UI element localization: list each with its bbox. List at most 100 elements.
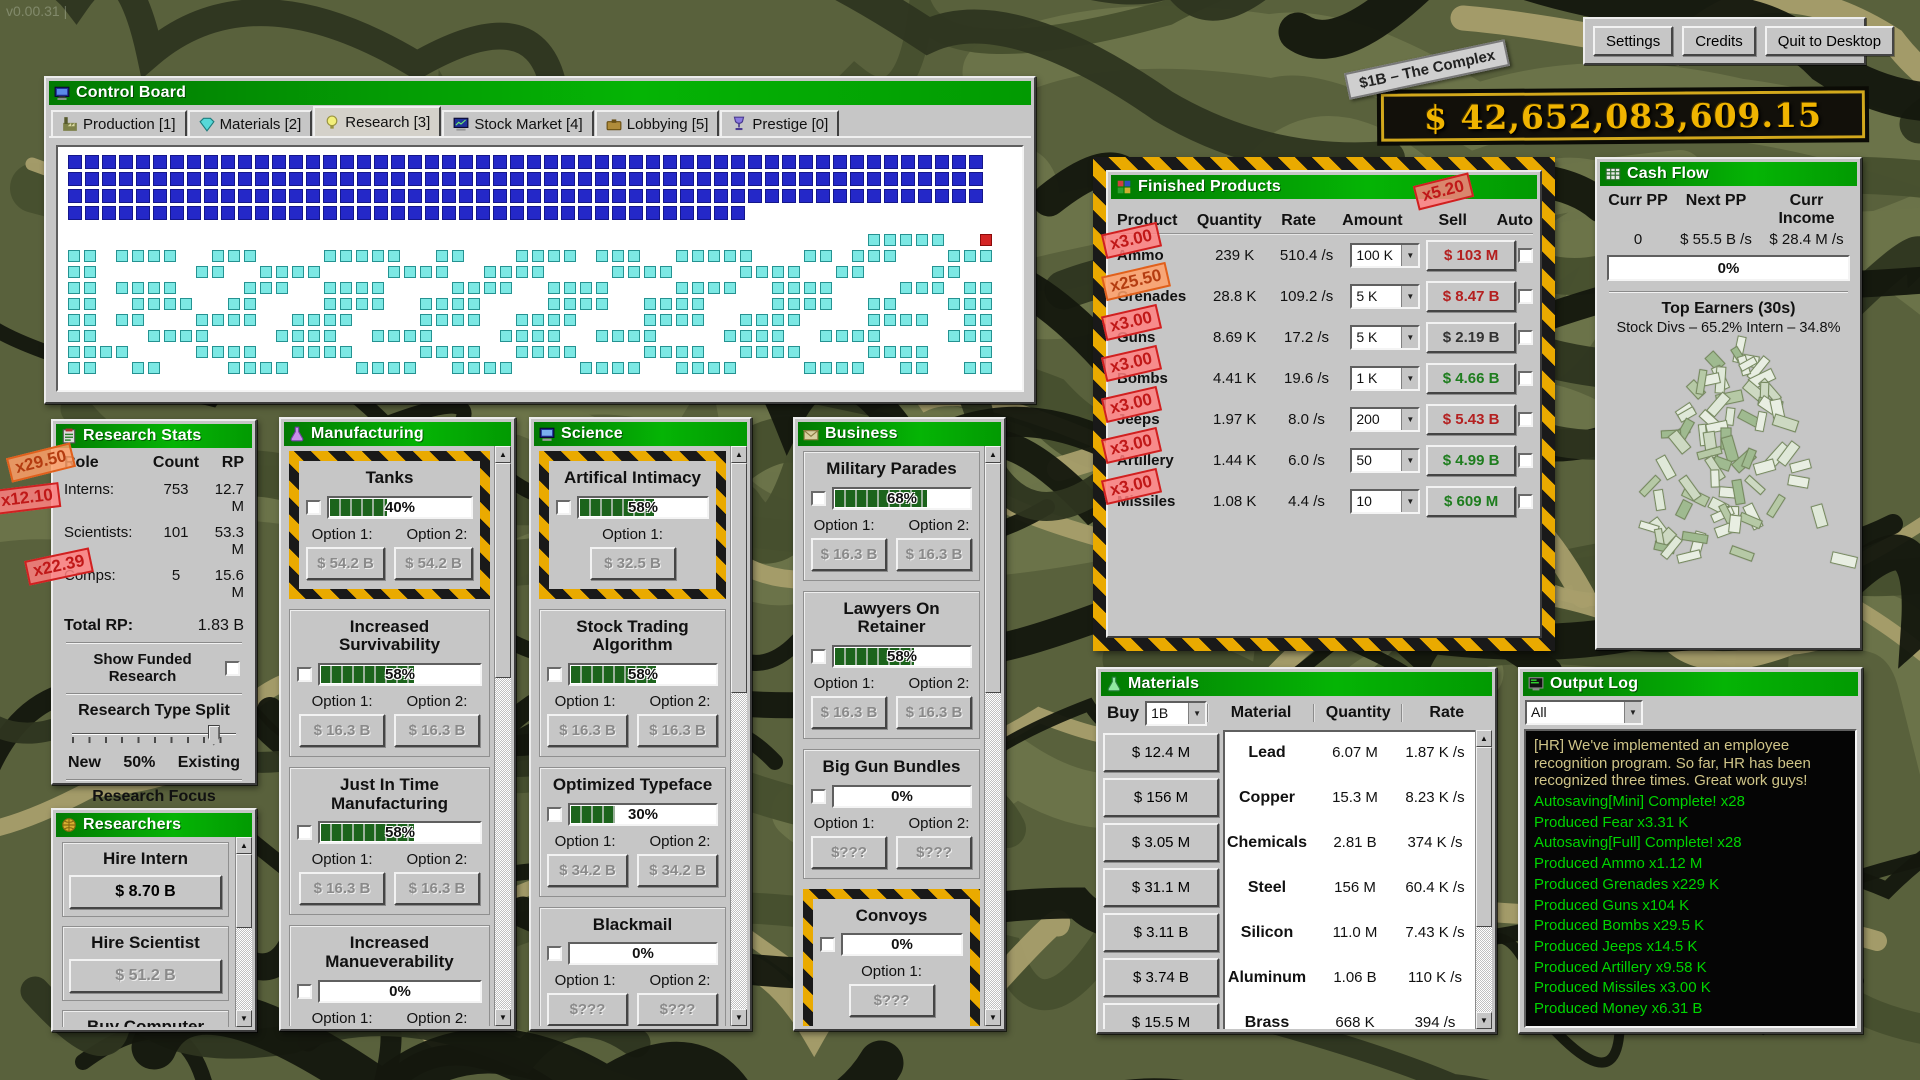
sell-amount-dropdown[interactable]: 5 K▼ bbox=[1350, 284, 1420, 309]
tab-lobbying-5[interactable]: Lobbying [5] bbox=[595, 110, 720, 136]
option-price-button[interactable]: $??? bbox=[896, 836, 972, 869]
research-checkbox[interactable] bbox=[297, 984, 312, 999]
sell-button[interactable]: $ 4.99 B bbox=[1426, 445, 1516, 476]
tab-materials-2[interactable]: Materials [2] bbox=[188, 110, 313, 136]
buy-brass-button[interactable]: $ 15.5 M bbox=[1103, 1003, 1219, 1029]
option-price-button[interactable]: $ 16.3 B bbox=[299, 714, 385, 747]
research-checkbox[interactable] bbox=[547, 946, 562, 961]
scroll-thumb[interactable] bbox=[985, 463, 1001, 693]
auto-sell-checkbox[interactable] bbox=[1518, 248, 1533, 263]
option-price-button[interactable]: $ 16.3 B bbox=[394, 872, 480, 905]
dropdown-arrow-icon[interactable]: ▼ bbox=[1624, 702, 1641, 723]
auto-sell-checkbox[interactable] bbox=[1518, 330, 1533, 345]
buy-aluminum-button[interactable]: $ 3.74 B bbox=[1103, 958, 1219, 997]
buy-copper-button[interactable]: $ 156 M bbox=[1103, 778, 1219, 817]
research-checkbox[interactable] bbox=[297, 825, 312, 840]
buy-silicon-button[interactable]: $ 3.11 B bbox=[1103, 913, 1219, 952]
option-price-button[interactable]: $ 16.3 B bbox=[896, 538, 972, 571]
scroll-thumb[interactable] bbox=[495, 463, 511, 678]
settings-button[interactable]: Settings bbox=[1593, 26, 1673, 56]
hire-intern-button[interactable]: $ 8.70 B bbox=[69, 875, 222, 909]
dropdown-arrow-icon[interactable]: ▼ bbox=[1401, 286, 1418, 307]
dropdown-arrow-icon[interactable]: ▼ bbox=[1188, 703, 1205, 724]
tab-prestige-0[interactable]: Prestige [0] bbox=[720, 110, 839, 136]
research-checkbox[interactable] bbox=[811, 649, 826, 664]
dropdown-arrow-icon[interactable]: ▼ bbox=[1401, 450, 1418, 471]
dropdown-arrow-icon[interactable]: ▼ bbox=[1401, 491, 1418, 512]
titlebar-manufacturing[interactable]: Manufacturing bbox=[284, 422, 511, 446]
titlebar-business[interactable]: Business bbox=[798, 422, 1001, 446]
materials-scrollbar[interactable]: ▲ ▼ bbox=[1475, 730, 1492, 1029]
scroll-thumb[interactable] bbox=[731, 463, 747, 693]
sell-button[interactable]: $ 4.66 B bbox=[1426, 363, 1516, 394]
auto-sell-checkbox[interactable] bbox=[1518, 371, 1533, 386]
sell-button[interactable]: $ 609 M bbox=[1426, 486, 1516, 517]
option-price-button[interactable]: $??? bbox=[849, 984, 935, 1017]
scroll-up-button[interactable]: ▲ bbox=[1476, 730, 1492, 747]
auto-sell-checkbox[interactable] bbox=[1518, 453, 1533, 468]
option-price-button[interactable]: $ 16.3 B bbox=[394, 714, 480, 747]
titlebar-researchers[interactable]: Researchers bbox=[56, 813, 252, 837]
sell-amount-dropdown[interactable]: 200▼ bbox=[1350, 407, 1420, 432]
sell-button[interactable]: $ 2.19 B bbox=[1426, 322, 1516, 353]
auto-sell-checkbox[interactable] bbox=[1518, 412, 1533, 427]
sell-button[interactable]: $ 103 M bbox=[1426, 240, 1516, 271]
scroll-up-button[interactable]: ▲ bbox=[985, 446, 1001, 463]
option-price-button[interactable]: $ 16.3 B bbox=[547, 714, 628, 747]
option-price-button[interactable]: $ 16.3 B bbox=[299, 872, 385, 905]
option-price-button[interactable]: $??? bbox=[547, 993, 628, 1026]
log-filter-dropdown[interactable]: All ▼ bbox=[1525, 700, 1643, 725]
tab-research-3[interactable]: Research [3] bbox=[313, 106, 441, 136]
credits-button[interactable]: Credits bbox=[1682, 26, 1756, 56]
show-funded-checkbox[interactable] bbox=[225, 661, 240, 676]
sell-button[interactable]: $ 8.47 B bbox=[1426, 281, 1516, 312]
tab-production-1[interactable]: Production [1] bbox=[51, 110, 187, 136]
research-checkbox[interactable] bbox=[547, 667, 562, 682]
option-price-button[interactable]: $ 32.5 B bbox=[590, 547, 676, 580]
research-checkbox[interactable] bbox=[297, 667, 312, 682]
auto-sell-checkbox[interactable] bbox=[1518, 494, 1533, 509]
tab-stock-market-4[interactable]: Stock Market [4] bbox=[442, 110, 593, 136]
scroll-thumb[interactable] bbox=[1476, 747, 1492, 927]
titlebar-cash-flow[interactable]: Cash Flow bbox=[1600, 162, 1857, 186]
researchers-scrollbar[interactable]: ▲ ▼ bbox=[235, 837, 252, 1027]
titlebar-control-board[interactable]: Control Board bbox=[49, 81, 1031, 105]
titlebar-output-log[interactable]: Output Log bbox=[1523, 672, 1858, 696]
option-price-button[interactable]: $ 54.2 B bbox=[394, 547, 473, 580]
research-checkbox[interactable] bbox=[820, 937, 835, 952]
buy-amount-dropdown[interactable]: 1B ▼ bbox=[1145, 701, 1207, 726]
scroll-up-button[interactable]: ▲ bbox=[495, 446, 511, 463]
hire-scientist-button[interactable]: $ 51.2 B bbox=[69, 959, 222, 993]
science-scrollbar[interactable]: ▲ ▼ bbox=[730, 446, 747, 1026]
scroll-up-button[interactable]: ▲ bbox=[236, 837, 252, 854]
research-checkbox[interactable] bbox=[556, 500, 571, 515]
research-checkbox[interactable] bbox=[547, 807, 562, 822]
option-price-button[interactable]: $ 16.3 B bbox=[811, 696, 887, 729]
option-price-button[interactable]: $ 34.2 B bbox=[547, 854, 628, 887]
buy-lead-button[interactable]: $ 12.4 M bbox=[1103, 733, 1219, 772]
buy-steel-button[interactable]: $ 31.1 M bbox=[1103, 868, 1219, 907]
buy-chemicals-button[interactable]: $ 3.05 M bbox=[1103, 823, 1219, 862]
research-checkbox[interactable] bbox=[306, 500, 321, 515]
research-checkbox[interactable] bbox=[811, 789, 826, 804]
scroll-down-button[interactable]: ▼ bbox=[731, 1009, 747, 1026]
dropdown-arrow-icon[interactable]: ▼ bbox=[1401, 327, 1418, 348]
sell-button[interactable]: $ 5.43 B bbox=[1426, 404, 1516, 435]
option-price-button[interactable]: $??? bbox=[811, 836, 887, 869]
manufacturing-scrollbar[interactable]: ▲ ▼ bbox=[494, 446, 511, 1026]
scroll-down-button[interactable]: ▼ bbox=[1476, 1012, 1492, 1029]
scroll-down-button[interactable]: ▼ bbox=[985, 1009, 1001, 1026]
option-price-button[interactable]: $ 16.3 B bbox=[811, 538, 887, 571]
research-checkbox[interactable] bbox=[811, 491, 826, 506]
log-console[interactable]: [HR] We've implemented an employee recog… bbox=[1524, 729, 1857, 1028]
titlebar-materials[interactable]: Materials bbox=[1101, 672, 1492, 696]
type-split-slider[interactable] bbox=[70, 722, 238, 752]
sell-amount-dropdown[interactable]: 10▼ bbox=[1350, 489, 1420, 514]
option-price-button[interactable]: $ 16.3 B bbox=[637, 714, 718, 747]
option-price-button[interactable]: $ 16.3 B bbox=[896, 696, 972, 729]
titlebar-finished-products[interactable]: Finished Products bbox=[1111, 175, 1537, 199]
option-price-button[interactable]: $ 34.2 B bbox=[637, 854, 718, 887]
scroll-up-button[interactable]: ▲ bbox=[731, 446, 747, 463]
auto-sell-checkbox[interactable] bbox=[1518, 289, 1533, 304]
dropdown-arrow-icon[interactable]: ▼ bbox=[1401, 368, 1418, 389]
